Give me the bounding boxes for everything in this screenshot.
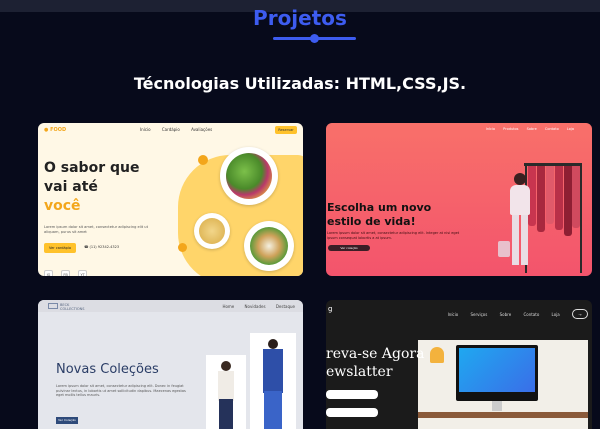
collections-logo-icon <box>48 303 58 309</box>
monitor-image <box>456 345 538 401</box>
newsletter-name-field[interactable] <box>326 390 378 399</box>
pasta-plate-image <box>194 213 230 249</box>
dress-image <box>572 166 580 228</box>
food-headline: O sabor que vai até você <box>44 160 140 214</box>
collections-logo: BECK COLLECTIONS <box>60 303 85 311</box>
food-navbar: ● FOOD Início Cardápio Avaliações Reserv… <box>38 123 303 137</box>
project-card-collections[interactable]: BECK COLLECTIONS Home Novidades Destaque … <box>38 300 303 429</box>
fashion-nav-loja[interactable]: Loja <box>567 127 574 131</box>
rack-leg <box>580 163 582 273</box>
fashion-description: Lorem ipsum dolor sit amet, consectetur … <box>327 231 460 240</box>
fashion-nav-contato[interactable]: Contato <box>545 127 559 131</box>
facebook-icon[interactable]: FB <box>61 270 71 276</box>
desk-image <box>418 412 588 418</box>
model-body <box>510 185 530 215</box>
newsletter-nav-inicio[interactable]: Início <box>448 312 459 317</box>
dress-image <box>564 166 572 236</box>
project-card-newsletter[interactable]: g Início Serviços Sobre Contato Loja → r… <box>326 300 592 429</box>
fashion-collection-button[interactable]: Ver coleção <box>328 245 370 251</box>
newsletter-logo: g <box>328 305 333 313</box>
dress-image <box>537 166 545 232</box>
newsletter-nav-links: Início Serviços Sobre Contato Loja → <box>437 309 588 319</box>
fashion-nav-produtos[interactable]: Produtos <box>503 127 518 131</box>
project-card-fashion[interactable]: Início Produtos Sobre Contato Loja Escol… <box>326 123 592 276</box>
monitor-stand <box>492 401 502 411</box>
newsletter-nav-contato[interactable]: Contato <box>523 312 539 317</box>
instagram-icon[interactable]: IG <box>44 270 53 276</box>
monitor-screen <box>459 348 535 392</box>
food-reserve-button[interactable]: Reservar <box>275 126 297 134</box>
food-phone: ☎ (11) 92342-4323 <box>84 245 120 249</box>
fashion-nav-sobre[interactable]: Sobre <box>527 127 537 131</box>
food-nav-cardapio[interactable]: Cardápio <box>162 127 180 132</box>
rice-plate-image <box>244 221 294 271</box>
food-logo: ● FOOD <box>44 127 67 133</box>
fashion-headline: Escolha um novo estilo de vida! <box>327 201 432 228</box>
newsletter-nav-sobre[interactable]: Sobre <box>500 312 512 317</box>
newsletter-menu-button[interactable]: → <box>572 309 588 319</box>
model-photo-1 <box>206 355 246 429</box>
collections-button[interactable]: Ver Coleção <box>56 417 78 424</box>
model-head <box>514 173 526 185</box>
food-description: Lorem ipsum dolor sit amet, consectetur … <box>44 225 148 234</box>
section-title: Projetos <box>253 6 347 30</box>
newsletter-nav-servicos[interactable]: Serviços <box>470 312 487 317</box>
rice-food <box>250 227 288 265</box>
title-underline-dot <box>310 34 319 43</box>
salad-plate-image <box>220 147 278 205</box>
decor-dot <box>198 155 208 165</box>
project-card-food[interactable]: ● FOOD Início Cardápio Avaliações Reserv… <box>38 123 303 276</box>
salad-food <box>226 153 272 199</box>
collections-nav-destaque[interactable]: Destaque <box>276 304 295 309</box>
newsletter-nav-loja[interactable]: Loja <box>552 312 560 317</box>
food-nav-avaliacoes[interactable]: Avaliações <box>191 127 212 132</box>
newsletter-headline: reva-se Agora ewslatter <box>326 346 425 380</box>
dress-image <box>555 166 563 230</box>
youtube-icon[interactable]: YT <box>78 270 88 276</box>
lamp-image <box>430 347 444 363</box>
collections-nav-home[interactable]: Home <box>222 304 234 309</box>
pasta-food <box>199 218 225 244</box>
collections-nav-novidades[interactable]: Novidades <box>245 304 266 309</box>
newsletter-email-field[interactable] <box>326 408 378 417</box>
shopping-bag-image <box>498 241 510 257</box>
food-menu-button[interactable]: Ver cardápio <box>44 243 76 253</box>
collections-headline: Novas Coleções <box>56 362 159 377</box>
collections-nav-links: Home Novidades Destaque <box>213 304 295 309</box>
food-nav-inicio[interactable]: Início <box>140 127 151 132</box>
technologies-heading: Técnologias Utilizadas: HTML,CSS,JS. <box>133 74 467 93</box>
fashion-nav-links: Início Produtos Sobre Contato Loja <box>479 127 574 131</box>
dress-image <box>546 166 554 224</box>
collections-description: Lorem ipsum dolor sit amet, consectetur … <box>56 384 186 397</box>
decor-dot <box>178 243 187 252</box>
fashion-nav-inicio[interactable]: Início <box>486 127 495 131</box>
food-nav-links: Início Cardápio Avaliações <box>140 127 222 132</box>
model-leg <box>512 215 519 265</box>
model-photo-2 <box>250 333 296 429</box>
food-socials: IG FB YT <box>44 261 90 276</box>
model-leg <box>521 215 528 265</box>
